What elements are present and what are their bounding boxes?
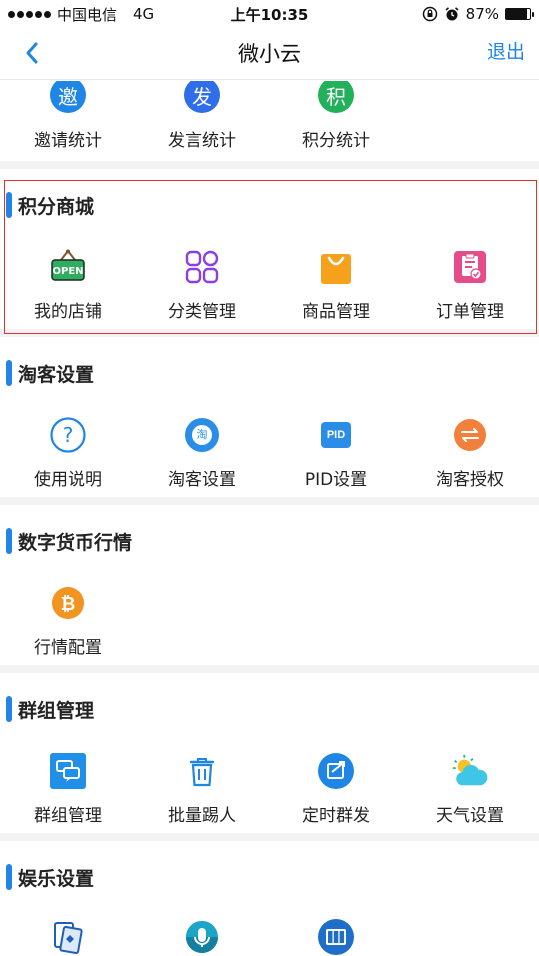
cards-icon: [48, 917, 88, 956]
taoke-label-settings: 淘客设置: [168, 470, 236, 490]
group-section: 群组管理 群组管理 批量踢人 定时群发 天气设置: [0, 673, 539, 833]
taoke-item-guide[interactable]: ? 使用说明: [1, 415, 135, 490]
section-accent-bar: [6, 696, 12, 722]
section-title: 数字货币行情: [18, 531, 133, 554]
exit-button[interactable]: 退出: [487, 28, 525, 76]
points-icon: 积: [316, 81, 356, 121]
taoke-item-pid[interactable]: PID PID设置: [269, 415, 403, 490]
section-accent-bar: [6, 192, 12, 218]
group-item-weather[interactable]: 天气设置: [403, 751, 537, 826]
group-item-manage[interactable]: 群组管理: [1, 751, 135, 826]
rotation-lock-icon: [422, 6, 437, 22]
stat-label-points: 积分统计: [302, 131, 370, 151]
scheduled-send-icon: [316, 751, 356, 791]
transfer-icon: [450, 415, 490, 455]
crypto-label-config: 行情配置: [34, 638, 102, 658]
signal-dots-icon: [8, 10, 51, 18]
section-title: 群组管理: [18, 699, 95, 722]
taoke-label-guide: 使用说明: [34, 470, 102, 490]
section-header: 积分商城: [6, 191, 94, 219]
entertainment-section: 娱乐设置: [0, 841, 539, 956]
group-label-kick: 批量踢人: [168, 806, 236, 826]
section-title: 娱乐设置: [18, 867, 95, 890]
mall-label-products: 商品管理: [302, 302, 370, 322]
stat-label-speech: 发言统计: [168, 131, 236, 151]
battery-percent: 87%: [465, 5, 499, 23]
open-sign-icon: OPEN: [48, 247, 88, 287]
taobao-icon: 淘: [182, 415, 222, 455]
section-accent-bar: [6, 864, 12, 890]
crypto-section: 数字货币行情 ₿ 行情配置: [0, 505, 539, 665]
section-header: 淘客设置: [6, 359, 94, 387]
speech-icon: 发: [182, 81, 222, 121]
section-header: 娱乐设置: [6, 863, 94, 891]
group-label-schedule: 定时群发: [302, 806, 370, 826]
status-time: 上午10:35: [230, 5, 309, 24]
category-grid-icon: [182, 247, 222, 287]
stat-item-invite[interactable]: 邀 邀请统计: [1, 81, 135, 151]
group-item-schedule[interactable]: 定时群发: [269, 751, 403, 826]
stats-section: 邀 邀请统计 发 发言统计 积 积分统计: [0, 81, 539, 161]
svg-text:OPEN: OPEN: [52, 266, 83, 277]
group-label-weather: 天气设置: [436, 806, 504, 826]
crypto-item-config[interactable]: ₿ 行情配置: [1, 583, 135, 658]
clipboard-check-icon: [450, 247, 490, 287]
mall-item-products[interactable]: 商品管理: [269, 247, 403, 322]
mall-item-orders[interactable]: 订单管理: [403, 247, 537, 322]
trash-icon: [182, 751, 222, 791]
section-header: 群组管理: [6, 695, 94, 723]
points-glyph: 积: [318, 81, 354, 113]
carrier-name: 中国电信: [57, 5, 118, 24]
section-accent-bar: [6, 360, 12, 386]
section-accent-bar: [6, 528, 12, 554]
svg-text:?: ?: [63, 423, 74, 447]
taobao-glyph: 淘: [192, 425, 212, 445]
shopping-bag-icon: [316, 247, 356, 287]
group-item-kick[interactable]: 批量踢人: [135, 751, 269, 826]
chat-bubbles-icon: [48, 751, 88, 791]
microphone-icon: [182, 917, 222, 956]
pid-icon: PID: [316, 415, 356, 455]
invite-glyph: 邀: [50, 81, 86, 113]
section-title: 积分商城: [18, 195, 95, 218]
mall-item-my-shop[interactable]: OPEN 我的店铺: [1, 247, 135, 322]
page-title: 微小云: [238, 42, 301, 66]
fun-item-voice[interactable]: [135, 917, 269, 956]
battery-icon: [505, 8, 534, 20]
points-mall-section: 积分商城 OPEN 我的店铺 分类管理 商品管理 订单管理: [0, 169, 539, 329]
stat-item-points[interactable]: 积 积分统计: [269, 81, 403, 151]
help-icon: ?: [48, 415, 88, 455]
alarm-icon: [445, 7, 459, 21]
mall-label-my-shop: 我的店铺: [34, 302, 102, 322]
speech-glyph: 发: [184, 81, 220, 113]
main-content: 邀 邀请统计 发 发言统计 积 积分统计 积分商城 OPEN 我的店铺 分类管理…: [0, 81, 539, 956]
mall-item-category[interactable]: 分类管理: [135, 247, 269, 322]
slots-icon: [316, 917, 356, 956]
taoke-label-auth: 淘客授权: [436, 470, 504, 490]
status-bar: 中国电信 4G 上午10:35 87%: [0, 0, 539, 28]
network-type: 4G: [133, 5, 155, 23]
mall-label-orders: 订单管理: [436, 302, 504, 322]
taoke-item-auth[interactable]: 淘客授权: [403, 415, 537, 490]
weather-icon: [450, 751, 490, 791]
taoke-item-settings[interactable]: 淘 淘客设置: [135, 415, 269, 490]
svg-text:₿: ₿: [61, 594, 76, 615]
status-right: 87%: [422, 5, 534, 23]
fun-item-slots[interactable]: [269, 917, 403, 956]
fun-item-cards[interactable]: [1, 917, 135, 956]
nav-bar: 微小云 退出: [0, 28, 539, 80]
section-title: 淘客设置: [18, 363, 95, 386]
taoke-label-pid: PID设置: [304, 470, 368, 490]
taoke-section: 淘客设置 ? 使用说明 淘 淘客设置 PID PID设置 淘客授权: [0, 337, 539, 497]
mall-label-category: 分类管理: [168, 302, 236, 322]
pid-glyph: PID: [321, 422, 351, 448]
group-label-manage: 群组管理: [34, 806, 102, 826]
invite-icon: 邀: [48, 81, 88, 121]
section-header: 数字货币行情: [6, 527, 132, 555]
stat-label-invite: 邀请统计: [34, 131, 102, 151]
status-left: 中国电信 4G: [8, 4, 154, 25]
battery-fill: [506, 9, 527, 19]
bitcoin-icon: ₿: [48, 583, 88, 623]
stat-item-speech[interactable]: 发 发言统计: [135, 81, 269, 151]
